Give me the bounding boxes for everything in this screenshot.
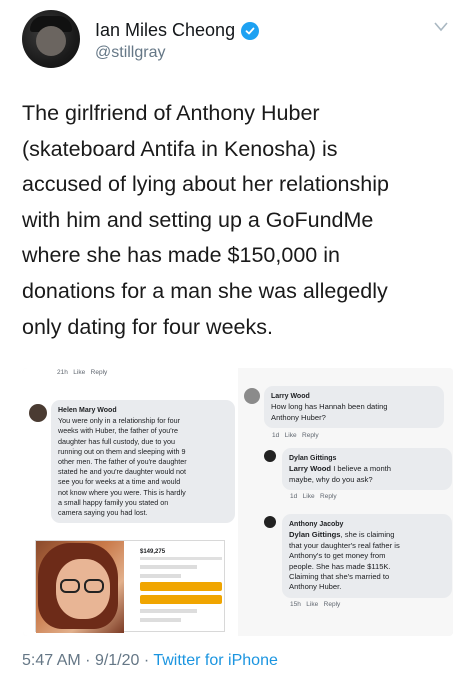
comment-line: maybe, why do you ask? xyxy=(289,474,373,484)
separator: · xyxy=(143,652,150,669)
comment-line: camera saying you had lost. xyxy=(58,508,148,518)
tweet-line: The girlfriend of Anthony Huber xyxy=(22,101,320,125)
comment-line: Dylan Gittings, she is claiming xyxy=(289,530,445,540)
comment-time: 1d xyxy=(272,432,280,440)
tweet-text: The girlfriend of Anthony Huber (skatebo… xyxy=(22,96,462,345)
comment-author: Dylan Gittings xyxy=(289,455,337,462)
comment-author: Helen Mary Wood xyxy=(58,407,117,414)
gofundme-row xyxy=(140,565,198,569)
comment-line: running out on them and sleeping with 9 xyxy=(58,446,186,456)
like-link: Like xyxy=(302,493,315,501)
tweet-line: accused of lying about her relationship xyxy=(22,172,389,197)
like-link: Like xyxy=(284,432,297,440)
comment-line: people. She has made $115K. xyxy=(289,561,391,571)
tweet-line: (skateboard Antifa in Kenosha) is xyxy=(22,136,338,161)
gofundme-amount: $149,275 xyxy=(140,549,166,555)
tweet-line: only dating for four weeks. xyxy=(22,314,273,339)
comment-author: Larry Wood xyxy=(271,393,310,400)
comment-mention: Dylan Gittings xyxy=(289,530,341,540)
tweet-line: where she has made $150,000 in xyxy=(22,243,340,268)
comment-meta: 1d Like Reply xyxy=(290,493,452,500)
display-name[interactable]: Ian Miles Cheong xyxy=(95,20,235,41)
comment-line: daughter has full custody, due to you xyxy=(58,436,175,446)
gofundme-donate-button xyxy=(140,595,222,604)
user-handle[interactable]: @stillgray xyxy=(95,44,165,62)
comment-line: a small happy family you stated on xyxy=(58,497,169,507)
comment-line: How long has Hannah been dating xyxy=(271,402,388,412)
reply-link: Reply xyxy=(302,432,319,440)
comment-bubble: Larry Wood How long has Hannah been dati… xyxy=(264,386,444,429)
reply-link: Reply xyxy=(323,600,341,608)
comment-time: 1d xyxy=(290,493,298,501)
comment-line: Anthony Huber? xyxy=(271,412,326,422)
gofundme-progress xyxy=(140,557,222,560)
attached-image[interactable]: 21h Like Reply Helen Mary Wood You were … xyxy=(23,368,453,636)
comment-text: I believe a month xyxy=(333,464,392,474)
comment-bubble: Anthony Jacoby Dylan Gittings, she is cl… xyxy=(282,514,452,598)
commenter-avatar xyxy=(29,404,47,422)
commenter-avatar xyxy=(264,450,276,462)
gofundme-screenshot: $149,275 xyxy=(35,540,225,633)
comment-line: that your daughter's real father is xyxy=(289,540,400,550)
avatar[interactable] xyxy=(22,10,80,68)
comment-item: Larry Wood How long has Hannah been dati… xyxy=(244,386,444,439)
tweet-footer: 5:47 AM · 9/1/20 · Twitter for iPhone xyxy=(22,652,278,670)
comment-time: 15h xyxy=(290,600,301,608)
comment-line: Anthony's to get money from xyxy=(289,551,386,561)
comment-line: Larry Wood I believe a month xyxy=(289,464,445,474)
comment-item: Anthony Jacoby Dylan Gittings, she is cl… xyxy=(264,514,452,608)
gofundme-row xyxy=(140,574,181,578)
verified-badge-icon xyxy=(241,21,260,40)
separator: · xyxy=(85,652,91,669)
comment-item: Dylan Gittings Larry Wood I believe a mo… xyxy=(264,448,452,500)
comment-meta: 15h Like Reply xyxy=(290,601,452,608)
author-name-row: Ian Miles Cheong xyxy=(95,20,260,41)
comment-time: 21h xyxy=(57,369,68,376)
like-link: Like xyxy=(306,600,319,608)
reply-link: Reply xyxy=(90,369,108,376)
tweet-source-link[interactable]: Twitter for iPhone xyxy=(153,652,278,669)
glasses-icon xyxy=(60,579,80,593)
comment-text: , she is claiming xyxy=(340,530,395,540)
glasses-icon xyxy=(84,579,104,593)
tweet-date[interactable]: 9/1/20 xyxy=(95,652,139,669)
chevron-down-icon[interactable] xyxy=(434,22,448,32)
tweet-line: with him and setting up a GoFundMe xyxy=(22,207,374,232)
comment-line: stated he and you're daughter would not xyxy=(58,467,187,477)
comment-line: Anthony Huber. xyxy=(289,582,342,592)
comment-line: You were only in a relationship for four xyxy=(58,416,180,426)
comment-mention: Larry Wood xyxy=(289,464,332,474)
reply-link: Reply xyxy=(320,493,337,501)
gofundme-row xyxy=(140,609,198,613)
comment-line: Claiming that she's married to xyxy=(289,572,390,582)
media-left-panel: 21h Like Reply Helen Mary Wood You were … xyxy=(23,368,238,636)
comment-meta: 1d Like Reply xyxy=(272,432,444,439)
gofundme-row xyxy=(140,618,181,622)
comment-line: other men. The father of you're daughter xyxy=(58,457,187,467)
gofundme-panel: $149,275 xyxy=(140,549,222,622)
comment-line: weeks with Huber, the father of you're xyxy=(58,426,179,436)
comment-meta: 21h Like Reply xyxy=(57,369,107,376)
profile-photo xyxy=(36,541,124,633)
media-right-panel: Larry Wood How long has Hannah been dati… xyxy=(238,368,453,636)
tweet-card: Ian Miles Cheong @stillgray The girlfrie… xyxy=(0,0,474,683)
commenter-avatar xyxy=(244,388,260,404)
comment-bubble: Helen Mary Wood You were only in a relat… xyxy=(51,400,235,524)
comment-line: not know where you were. This is hardly xyxy=(58,487,186,497)
commenter-avatar xyxy=(264,516,276,528)
tweet-time[interactable]: 5:47 AM xyxy=(22,652,81,669)
gofundme-share-button xyxy=(140,582,222,591)
like-link: Like xyxy=(73,369,86,376)
avatar-face xyxy=(36,26,66,56)
comment-bubble: Dylan Gittings Larry Wood I believe a mo… xyxy=(282,448,452,491)
comment-line: see you for weeks at a time and would xyxy=(58,477,181,487)
tweet-line: donations for a man she was allegedly xyxy=(22,278,388,303)
comment-author: Anthony Jacoby xyxy=(289,521,344,528)
